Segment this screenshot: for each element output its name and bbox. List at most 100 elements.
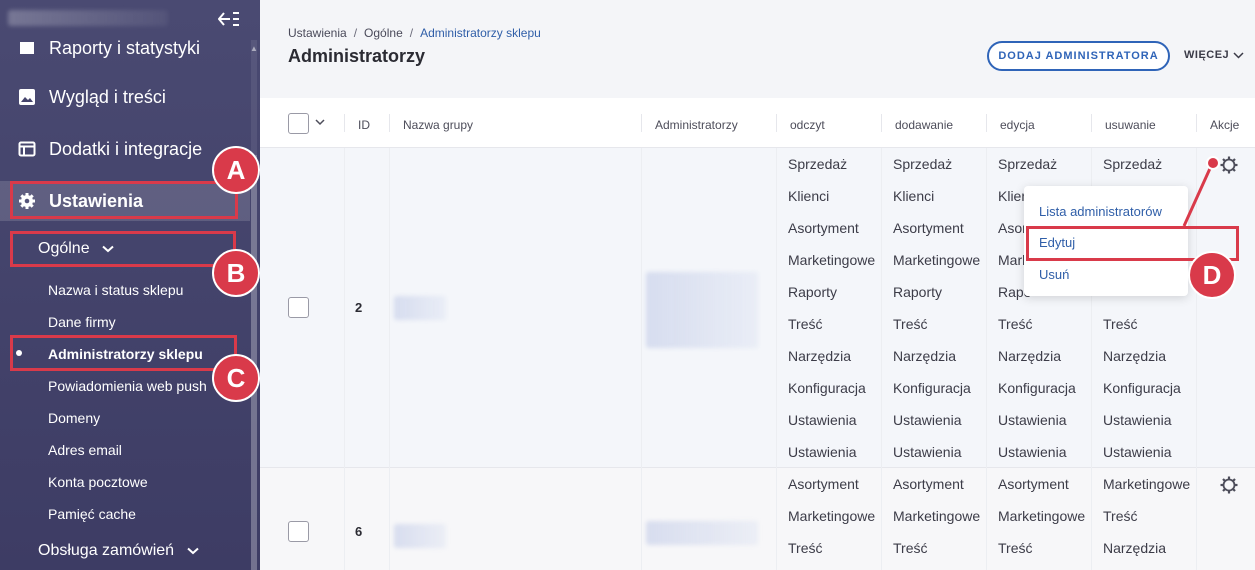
sidebar-item-label: Dodatki i integracje [49,138,203,159]
menu-item-edit[interactable]: Edytuj [1039,235,1075,250]
sidebar: ▲ Raporty i statystyki Wygląd i treści D… [0,0,260,570]
row-checkbox[interactable] [288,297,309,318]
column-header-read[interactable]: odczyt [790,118,825,132]
collapse-sidebar-icon[interactable] [217,10,240,28]
more-button[interactable]: WIĘCEJ [1184,49,1244,61]
permission-cell: Marketingowe [788,252,876,268]
permission-cell: Marketingowe [788,508,876,524]
permission-cell: Narzędzia [788,348,852,364]
column-header-actions: Akcje [1210,118,1240,132]
permission-cell: Konfiguracja [788,380,866,396]
report-icon [18,39,36,57]
permission-cell: Treść [1103,316,1138,332]
permission-cell: Ustawienia [998,444,1067,460]
permission-cell: Marketingowe [1103,476,1191,492]
sidebar-subitem-web-push[interactable]: Powiadomienia web push [48,378,207,394]
permission-cell: Asor [998,220,1027,236]
sidebar-scrollbar-thumb[interactable] [251,155,257,570]
active-bullet [16,350,22,356]
permission-cell: Klienci [788,188,830,204]
permission-cell: Konfiguracja [998,380,1076,396]
row-actions-gear-icon[interactable] [1220,476,1238,494]
add-administrator-button[interactable]: DODAJ ADMINISTRATORA [987,41,1170,71]
breadcrumb-store-admins[interactable]: Administratorzy sklepu [420,26,541,40]
permission-cell: Asortyment [788,220,859,236]
chevron-down-icon [1233,52,1244,59]
permission-cell: Sprzedaż [998,156,1058,172]
sidebar-item-label: Ustawienia [49,190,144,211]
submenu-orders[interactable]: Obsługa zamówień [0,536,250,566]
permission-cell: Asortyment [998,476,1069,492]
row-checkbox[interactable] [288,521,309,542]
permission-cell: Ustawienia [893,444,962,460]
group-name-blurred [394,296,446,320]
permission-cell: Treść [1103,508,1138,524]
permission-cell: Treść [998,540,1033,556]
permission-cell: Asortyment [893,220,964,236]
permission-cell: Marketingowe [998,508,1086,524]
sidebar-subitem-cache[interactable]: Pamięć cache [48,506,136,522]
sidebar-subitem-store-admins[interactable]: Administratorzy sklepu [48,346,203,362]
row-id: 6 [355,524,363,539]
gear-icon [18,192,36,210]
group-name-blurred [394,524,446,548]
admins-table: ID Nazwa grupy Administratorzy odczyt do… [260,98,1255,570]
row-actions-gear-icon[interactable] [1220,156,1238,174]
page-title: Administratorzy [288,46,426,66]
permission-cell: Narzędzia [1103,540,1167,556]
permission-cell: Sprzedaż [893,156,953,172]
permission-cell: Ustawienia [788,444,857,460]
chevron-down-icon [102,245,114,253]
permission-cell: Asortyment [893,476,964,492]
sidebar-item-appearance[interactable]: Wygląd i treści [0,77,250,117]
menu-item-delete[interactable]: Usuń [1039,267,1069,282]
column-header-add[interactable]: dodawanie [895,118,953,132]
permission-cell: Raporty [788,284,838,300]
sidebar-item-addons[interactable]: Dodatki i integracje [0,129,250,169]
breadcrumb-settings[interactable]: Ustawienia [288,26,347,40]
sidebar-subitem-company-data[interactable]: Dane firmy [48,314,116,330]
select-all-checkbox[interactable] [288,113,309,134]
permission-cell: Ustawienia [1103,444,1172,460]
submenu-orders-label: Obsługa zamówień [38,542,199,560]
sidebar-subitem-email-address[interactable]: Adres email [48,442,122,458]
permission-cell: Treść [893,316,928,332]
sidebar-item-label: Raporty i statystyki [49,37,201,58]
row-actions-menu: Lista administratorów Edytuj Usuń [1024,186,1188,296]
column-header-id[interactable]: ID [358,118,370,132]
breadcrumb: Ustawienia / Ogólne / Administratorzy sklepu [288,26,541,40]
administrators-blurred [646,521,758,545]
column-header-administrators[interactable]: Administratorzy [655,118,738,132]
chevron-down-icon[interactable] [315,119,325,126]
permission-cell: Narzędzia [998,348,1062,364]
permission-cell: Treść [788,540,823,556]
permission-cell: Konfiguracja [893,380,971,396]
permission-cell: Narzędzia [1103,348,1167,364]
menu-item-admin-list[interactable]: Lista administratorów [1039,204,1162,219]
permission-cell: Treść [998,316,1033,332]
permission-cell: Klienci [893,188,935,204]
submenu-general-label: Ogólne [38,240,114,258]
sidebar-subitem-mail-accounts[interactable]: Konta pocztowe [48,474,148,490]
permission-cell: Marketingowe [893,508,981,524]
scroll-up-icon[interactable]: ▲ [250,44,258,53]
sidebar-subitem-domains[interactable]: Domeny [48,410,100,426]
permission-cell: Narzędzia [893,348,957,364]
column-header-edit[interactable]: edycja [1000,118,1035,132]
permission-cell: Treść [893,540,928,556]
submenu-general[interactable]: Ogólne [0,234,250,264]
permission-cell: Ustawienia [893,412,962,428]
column-header-group-name[interactable]: Nazwa grupy [403,118,473,132]
sidebar-subitem-store-name[interactable]: Nazwa i status sklepu [48,282,183,298]
sidebar-item-reports[interactable]: Raporty i statystyki [0,28,250,68]
permission-cell: Asortyment [788,476,859,492]
permission-cell: Ustawienia [788,412,857,428]
table-header: ID Nazwa grupy Administratorzy odczyt do… [260,98,1255,148]
column-header-delete[interactable]: usuwanie [1105,118,1156,132]
permission-cell: Marketingowe [893,252,981,268]
sidebar-item-settings[interactable]: Ustawienia [0,181,250,221]
permission-cell: Raporty [893,284,943,300]
breadcrumb-general[interactable]: Ogólne [364,26,403,40]
permission-cell: Sprzedaż [788,156,848,172]
chevron-down-icon [186,547,199,555]
